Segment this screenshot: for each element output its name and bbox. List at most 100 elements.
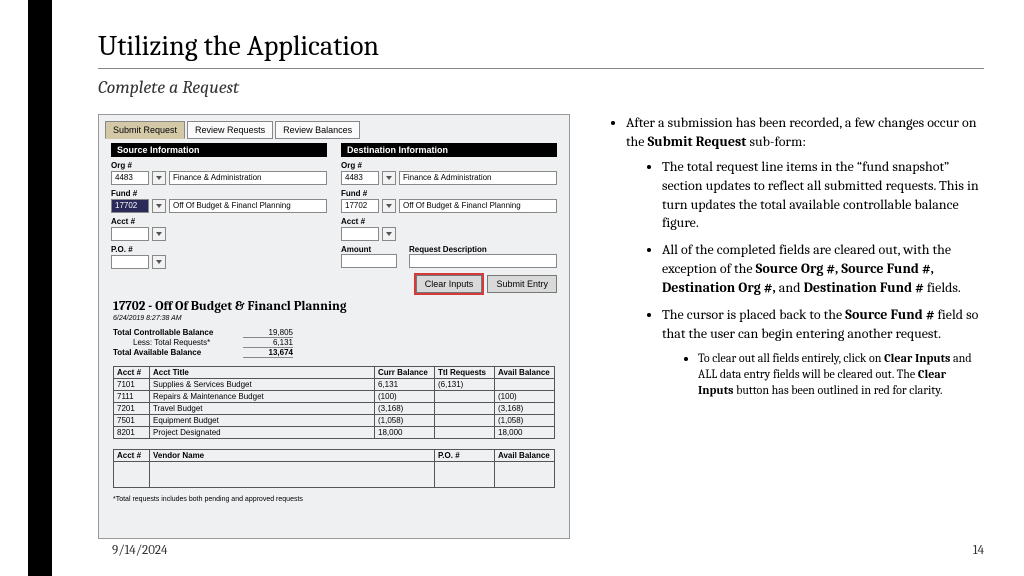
cell: (100): [495, 391, 555, 403]
snapshot-timestamp: 6/24/2019 8:27:38 AM: [113, 315, 555, 322]
dest-org-input[interactable]: 4483: [341, 171, 379, 185]
cell: [435, 403, 495, 415]
label-fund: Fund #: [111, 189, 327, 198]
source-acct-input[interactable]: [111, 227, 149, 241]
submit-entry-button[interactable]: Submit Entry: [487, 275, 557, 293]
col-title: Acct Title: [150, 367, 375, 379]
col-curr: Curr Balance: [375, 367, 435, 379]
side-accent-bar: [28, 0, 52, 576]
dest-header: Destination Information: [341, 143, 557, 157]
bullet-3-sub: To clear out all fields entirely, click …: [698, 350, 984, 399]
cell: 6,131: [375, 379, 435, 391]
label-po: P.O. #: [111, 245, 327, 254]
total-ctrl-value: 19,805: [243, 328, 293, 338]
source-panel: Source Information Org # 4483 Finance & …: [111, 143, 327, 269]
cell: 18,000: [495, 427, 555, 439]
source-org-input[interactable]: 4483: [111, 171, 149, 185]
cell: (6,131): [435, 379, 495, 391]
reqdesc-input[interactable]: [409, 254, 557, 268]
dest-fund-name: Off Of Budget & Financl Planning: [399, 199, 557, 213]
t: Destination Fund #: [804, 279, 924, 296]
t: button has been outlined in red for clar…: [733, 383, 942, 397]
t: fields.: [924, 279, 961, 296]
cell: 7501: [114, 415, 150, 427]
fund-snapshot: 17702 - Off Of Budget & Financl Planning…: [111, 293, 557, 509]
dest-org-name: Finance & Administration: [399, 171, 557, 185]
cell: (3,168): [375, 403, 435, 415]
tab-review-balances[interactable]: Review Balances: [275, 121, 360, 139]
total-ctrl-label: Total Controllable Balance: [113, 328, 243, 338]
snapshot-title: 17702 - Off Of Budget & Financl Planning: [113, 299, 555, 314]
source-fund-name: Off Of Budget & Financl Planning: [169, 199, 327, 213]
dest-fund-dropdown[interactable]: [382, 199, 396, 213]
t: sub-form:: [746, 133, 806, 150]
app-screenshot: Submit Request Review Requests Review Ba…: [98, 114, 570, 539]
cell: (1,058): [375, 415, 435, 427]
bullet-2: All of the completed fields are cleared …: [662, 241, 984, 298]
cell: 8201: [114, 427, 150, 439]
col-acct: Acct #: [114, 367, 150, 379]
label-fund-d: Fund #: [341, 189, 557, 198]
table-row: 7101Supplies & Services Budget6,131(6,13…: [114, 379, 555, 391]
t: Clear Inputs: [884, 351, 950, 365]
vendor-table: Acct # Vendor Name P.O. # Avail Balance: [113, 449, 555, 488]
avail-label: Total Available Balance: [113, 348, 243, 358]
label-reqdesc: Request Description: [409, 245, 557, 254]
cell: 7111: [114, 391, 150, 403]
t: Source Fund #: [845, 306, 934, 323]
cell: 18,000: [375, 427, 435, 439]
cell: Supplies & Services Budget: [150, 379, 375, 391]
source-po-input[interactable]: [111, 255, 149, 269]
source-org-name: Finance & Administration: [169, 171, 327, 185]
bullet-1: The total request line items in the “fun…: [662, 158, 984, 234]
amount-input[interactable]: [341, 254, 397, 268]
t: The cursor is placed back to the: [662, 306, 845, 323]
table-row: 7111Repairs & Maintenance Budget(100)(10…: [114, 391, 555, 403]
source-header: Source Information: [111, 143, 327, 157]
page-title: Utilizing the Application: [98, 30, 984, 69]
cell: Project Designated: [150, 427, 375, 439]
footer-page: 14: [973, 543, 984, 558]
avail-value: 13,674: [243, 348, 293, 358]
dest-acct-dropdown[interactable]: [382, 227, 396, 241]
label-amount: Amount: [341, 245, 401, 254]
table-row: 7201Travel Budget(3,168)(3,168): [114, 403, 555, 415]
cell: (1,058): [495, 415, 555, 427]
t: To clear out all fields entirely, click …: [698, 351, 884, 365]
col-avail: Avail Balance: [495, 367, 555, 379]
dest-org-dropdown[interactable]: [382, 171, 396, 185]
tab-review-requests[interactable]: Review Requests: [187, 121, 273, 139]
vcol-vendor: Vendor Name: [150, 450, 435, 462]
dest-fund-input[interactable]: 17702: [341, 199, 379, 213]
clear-inputs-button[interactable]: Clear Inputs: [416, 275, 483, 293]
label-org-d: Org #: [341, 161, 557, 170]
cell: Travel Budget: [150, 403, 375, 415]
vcol-acct: Acct #: [114, 450, 150, 462]
source-fund-dropdown[interactable]: [152, 199, 166, 213]
vcol-po: P.O. #: [435, 450, 495, 462]
source-po-dropdown[interactable]: [152, 255, 166, 269]
cell: [435, 415, 495, 427]
cell: Repairs & Maintenance Budget: [150, 391, 375, 403]
source-org-dropdown[interactable]: [152, 171, 166, 185]
table-row: 8201Project Designated18,00018,000: [114, 427, 555, 439]
cell: 7201: [114, 403, 150, 415]
cell: (100): [375, 391, 435, 403]
destination-panel: Destination Information Org # 4483 Finan…: [341, 143, 557, 269]
footer-date: 9/14/2024: [112, 543, 167, 558]
snapshot-footnote: *Total requests includes both pending an…: [113, 496, 555, 503]
bullet-3: The cursor is placed back to the Source …: [662, 306, 984, 398]
source-fund-input[interactable]: 17702: [111, 199, 149, 213]
lead-bullet: After a submission has been recorded, a …: [626, 114, 984, 398]
tab-submit-request[interactable]: Submit Request: [105, 121, 185, 139]
source-acct-dropdown[interactable]: [152, 227, 166, 241]
account-table: Acct # Acct Title Curr Balance Ttl Reque…: [113, 366, 555, 439]
cell: [435, 391, 495, 403]
explanation-text: After a submission has been recorded, a …: [604, 114, 984, 539]
less-label: Less: Total Requests*: [113, 338, 243, 348]
t: and: [776, 279, 804, 296]
t: Submit Request: [648, 133, 747, 150]
dest-acct-input[interactable]: [341, 227, 379, 241]
cell: [495, 379, 555, 391]
cell: Equipment Budget: [150, 415, 375, 427]
